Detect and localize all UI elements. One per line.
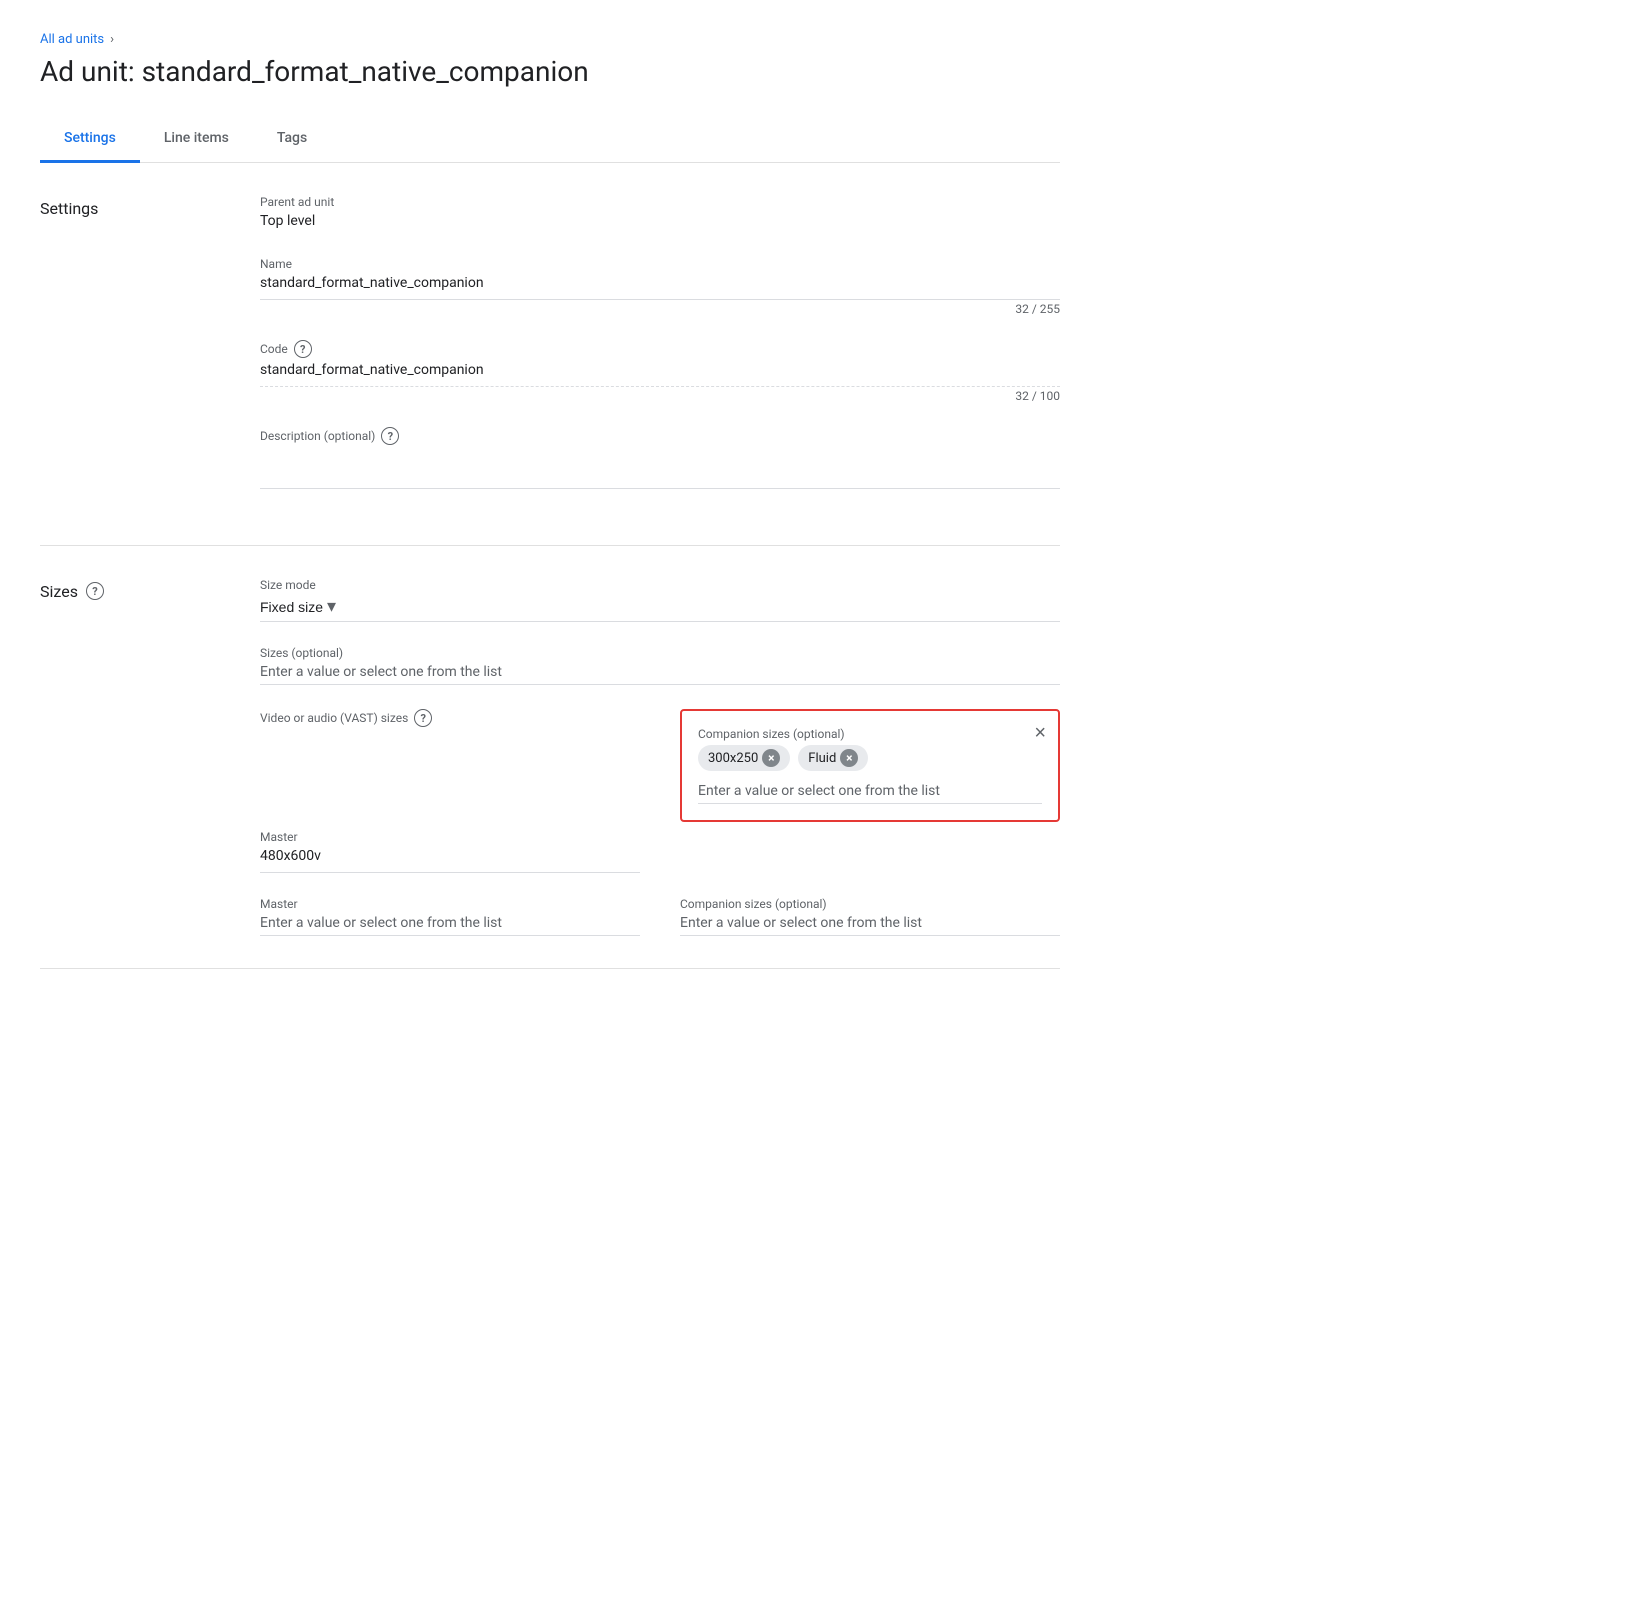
settings-content: Parent ad unit Top level Name standard_f… [260,195,1060,513]
master-1-left: Master 480x600v [260,830,640,873]
companion-popup: Companion sizes (optional) 300x250 × Flu… [680,709,1060,822]
tab-settings[interactable]: Settings [40,116,140,163]
breadcrumb: All ad units › [40,32,1060,47]
dropdown-arrow-icon: ▾ [327,596,336,617]
master-row-1: Master 480x600v [260,822,1060,873]
description-input[interactable] [260,449,1060,489]
sizes-input[interactable]: Enter a value or select one from the lis… [260,664,1060,685]
master-2-label: Master [260,897,640,911]
description-field: Description (optional) ? [260,427,1060,489]
tab-line-items[interactable]: Line items [140,116,253,163]
companion-2-label: Companion sizes (optional) [680,897,1060,911]
code-input-area[interactable]: standard_format_native_companion [260,362,1060,387]
sizes-optional-label: Sizes (optional) [260,646,1060,660]
chip-300x250-close[interactable]: × [762,749,780,767]
master-2-left: Master Enter a value or select one from … [260,897,640,936]
companion-input[interactable]: Enter a value or select one from the lis… [698,783,1042,804]
name-input-area[interactable]: standard_format_native_companion [260,275,1060,300]
code-label: Code ? [260,340,1060,358]
tabs-row: Settings Line items Tags [40,116,1060,163]
sizes-section-label: Sizes ? [40,578,260,936]
description-label: Description (optional) ? [260,427,1060,445]
settings-section: Settings Parent ad unit Top level Name s… [40,163,1060,546]
vast-help-icon[interactable]: ? [414,709,432,727]
code-value: standard_format_native_companion [260,362,1060,382]
name-label: Name [260,257,1060,271]
sizes-optional-field: Sizes (optional) Enter a value or select… [260,646,1060,685]
page-title: Ad unit: standard_format_native_companio… [40,55,1060,88]
size-mode-dropdown[interactable]: Fixed size ▾ [260,596,336,617]
code-field: Code ? standard_format_native_companion … [260,340,1060,403]
master-1-input[interactable]: 480x600v [260,848,640,873]
master-1-label: Master [260,830,640,844]
companion-2-input[interactable]: Enter a value or select one from the lis… [680,915,1060,936]
chip-300x250: 300x250 × [698,745,790,771]
sizes-content: Size mode Fixed size ▾ Sizes (optional) … [260,578,1060,936]
parent-ad-unit-field: Parent ad unit Top level [260,195,1060,233]
chips-area: 300x250 × Fluid × [698,745,1042,779]
vast-row: Video or audio (VAST) sizes ? Companion … [260,709,1060,822]
breadcrumb-chevron: › [110,32,114,47]
parent-ad-unit-value: Top level [260,213,1060,233]
vast-label: Video or audio (VAST) sizes ? [260,709,640,727]
name-value: standard_format_native_companion [260,275,1060,295]
name-counter: 32 / 255 [260,302,1060,316]
companion-label: Companion sizes (optional) [698,727,1042,741]
code-help-icon[interactable]: ? [294,340,312,358]
sizes-help-icon[interactable]: ? [86,582,104,600]
vast-left: Video or audio (VAST) sizes ? [260,709,640,731]
size-mode-label: Size mode [260,578,1060,592]
tab-tags[interactable]: Tags [253,116,331,163]
size-mode-row: Fixed size ▾ [260,596,1060,617]
name-field: Name standard_format_native_companion 32… [260,257,1060,316]
parent-ad-unit-label: Parent ad unit [260,195,1060,209]
master-row-2: Master Enter a value or select one from … [260,889,1060,936]
size-mode-field: Size mode Fixed size ▾ [260,578,1060,622]
code-counter: 32 / 100 [260,389,1060,403]
companion-popup-container: Companion sizes (optional) 300x250 × Flu… [680,709,1060,822]
settings-section-label: Settings [40,195,260,513]
master-2-right: Companion sizes (optional) Enter a value… [680,897,1060,936]
description-help-icon[interactable]: ? [381,427,399,445]
all-ad-units-link[interactable]: All ad units [40,32,104,47]
chip-fluid: Fluid × [798,745,868,771]
master-1-value: 480x600v [260,848,640,868]
chip-fluid-close[interactable]: × [840,749,858,767]
master-2-input[interactable]: Enter a value or select one from the lis… [260,915,640,936]
sizes-section: Sizes ? Size mode Fixed size ▾ Sizes (op… [40,546,1060,969]
companion-popup-close-button[interactable]: × [1034,723,1046,743]
